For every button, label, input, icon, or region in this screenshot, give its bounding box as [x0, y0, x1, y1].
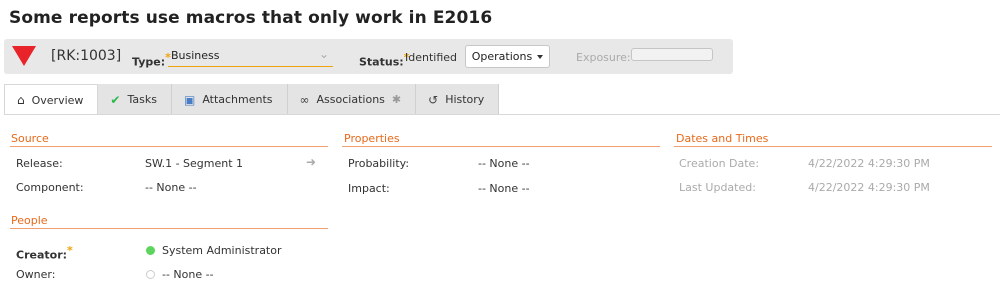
section-divider	[674, 146, 992, 147]
history-icon: ↺	[428, 92, 439, 107]
last-updated-label: Last Updated:	[679, 181, 756, 194]
tab-associations[interactable]: ∞ Associations ✱	[287, 84, 417, 115]
impact-value[interactable]: -- None --	[478, 182, 530, 195]
tab-tasks[interactable]: ✔ Tasks	[98, 84, 172, 115]
type-label: Type:*	[132, 51, 171, 69]
tab-overview[interactable]: ⌂ Overview	[4, 84, 99, 115]
document-icon: ▣	[183, 92, 196, 107]
tab-label: Attachments	[202, 93, 273, 106]
status-value: Identified	[405, 51, 458, 64]
tab-label: History	[445, 93, 485, 106]
release-value[interactable]: SW.1 - Segment 1	[145, 157, 243, 170]
gear-icon: ✱	[391, 93, 402, 106]
creator-value[interactable]: System Administrator	[162, 244, 282, 257]
chevron-down-icon: ⌄	[318, 47, 329, 61]
section-divider	[342, 146, 660, 147]
home-icon: ⌂	[17, 93, 25, 107]
page-title: Some reports use macros that only work i…	[9, 8, 493, 28]
arrow-right-icon[interactable]: ➜	[306, 155, 316, 169]
owner-label: Owner:	[16, 268, 56, 281]
link-icon: ∞	[299, 92, 310, 107]
risk-header-bar: [RK:1003] Type:* Business ⌄ Status:* Ide…	[4, 39, 733, 74]
tab-bar: ⌂ Overview ✔ Tasks ▣ Attachments ∞ Assoc…	[4, 84, 500, 115]
tab-attachments[interactable]: ▣ Attachments	[171, 84, 288, 115]
check-icon: ✔	[110, 92, 121, 107]
risk-id: [RK:1003]	[51, 48, 122, 64]
creation-date-value: 4/22/2022 4:29:30 PM	[808, 157, 930, 170]
tab-divider	[4, 114, 1000, 115]
section-divider	[10, 228, 328, 229]
component-value[interactable]: -- None --	[145, 181, 197, 194]
creation-date-label: Creation Date:	[679, 157, 760, 170]
component-label: Component:	[16, 181, 84, 194]
exposure-label: Exposure:	[576, 51, 631, 64]
section-heading-properties: Properties	[344, 132, 400, 145]
release-label: Release:	[16, 157, 63, 170]
probability-value[interactable]: -- None --	[478, 157, 530, 170]
online-status-icon	[146, 246, 155, 255]
operations-button[interactable]: Operations	[465, 45, 550, 68]
type-select-value: Business	[171, 49, 220, 62]
creator-label: Creator:*	[16, 244, 73, 262]
section-heading-people: People	[11, 214, 48, 227]
exposure-bar	[631, 48, 713, 61]
owner-value[interactable]: -- None --	[162, 268, 214, 281]
probability-label: Probability:	[348, 157, 410, 170]
tab-label: Associations	[316, 93, 385, 106]
section-divider	[10, 146, 328, 147]
offline-status-icon	[146, 270, 155, 279]
section-heading-source: Source	[11, 132, 49, 145]
last-updated-value: 4/22/2022 4:29:30 PM	[808, 181, 930, 194]
impact-label: Impact:	[348, 182, 390, 195]
type-select[interactable]: Business ⌄	[168, 45, 333, 67]
operations-button-label: Operations	[471, 50, 533, 63]
status-label: Status:*	[359, 51, 410, 69]
risk-triangle-icon	[12, 46, 36, 66]
caret-down-icon	[537, 54, 544, 59]
tab-label: Overview	[31, 93, 84, 107]
section-heading-dates: Dates and Times	[676, 132, 769, 145]
tab-label: Tasks	[127, 93, 157, 106]
tab-history[interactable]: ↺ History	[416, 84, 500, 115]
